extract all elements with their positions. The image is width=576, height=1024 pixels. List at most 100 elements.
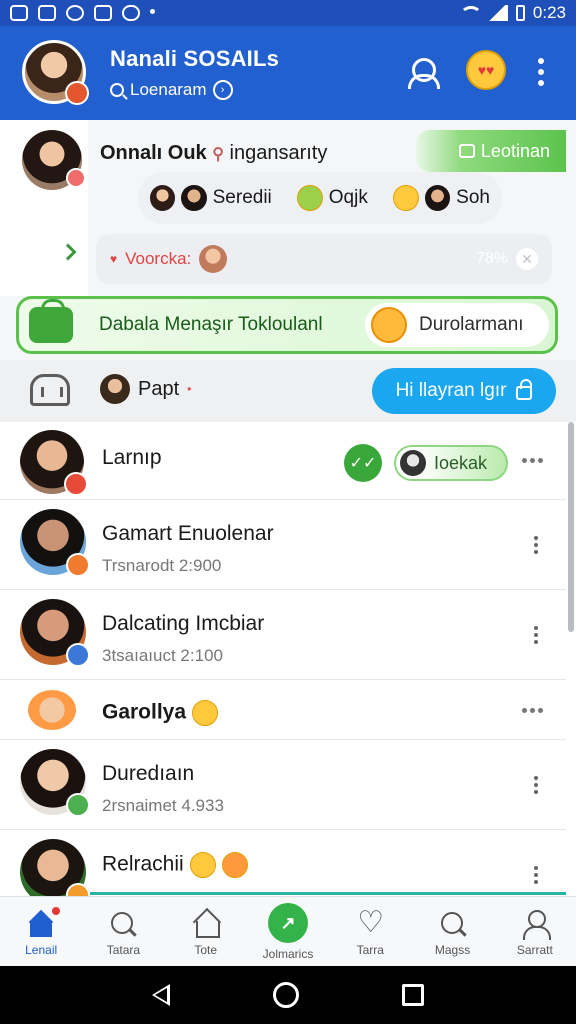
chat-name: Relrachii — [102, 852, 248, 878]
wifi-icon — [458, 6, 482, 20]
pinterest-icon — [66, 5, 84, 21]
home-icon — [26, 907, 61, 939]
more-vertical-icon[interactable] — [534, 536, 538, 554]
reaction-row: Seredii Oqjk Soh — [138, 172, 502, 224]
smile-emoji-icon — [189, 852, 216, 878]
recent-apps-icon[interactable] — [402, 984, 425, 1006]
gallery-icon[interactable] — [30, 374, 70, 406]
toolbar-user[interactable]: Papt • — [100, 374, 191, 404]
list-item[interactable]: Gamart Enuolenar Trsnarodt 2:900 — [0, 500, 566, 590]
more-vertical-icon[interactable] — [534, 866, 538, 884]
reaction-label[interactable]: Soh — [456, 187, 490, 209]
user-face-icon — [400, 450, 426, 476]
composer-name-bold: Onnalı Ouk — [100, 142, 207, 164]
pin-icon: ⚲ — [212, 146, 224, 163]
toolbar-action-button[interactable]: Hi llayran lgır — [372, 368, 556, 414]
chat-subtitle: 3tsaıaıuct 2:100 — [102, 646, 223, 665]
avatar — [20, 599, 90, 667]
house-outline-icon — [191, 909, 221, 939]
nav-label: Tarra — [356, 943, 384, 957]
bottom-nav: Lenail Tatara Tote ↗ Jolmarics Tarra Mag… — [0, 896, 576, 966]
nav-item-heart[interactable]: Tarra — [329, 897, 411, 966]
more-vertical-icon[interactable] — [534, 776, 538, 794]
promo-right-chip[interactable]: Durolarmanı — [365, 303, 549, 347]
nav-label: Lenail — [25, 943, 58, 957]
chat-actions: ✓✓ Ioekak — [344, 444, 508, 482]
mention-avatar — [199, 245, 228, 273]
more-menu-icon[interactable] — [538, 58, 544, 86]
composer-avatar[interactable] — [22, 130, 86, 190]
heart-eyes-emoji-icon[interactable]: ♥♥ — [466, 50, 506, 90]
arrow-right-icon: › — [212, 80, 233, 100]
more-vertical-icon[interactable] — [534, 626, 538, 644]
smile-emoji-icon[interactable] — [393, 185, 419, 211]
trending-icon: ↗ — [267, 903, 308, 943]
avatar — [20, 749, 90, 817]
nav-item-home[interactable]: Lenail — [0, 897, 82, 966]
scrollbar[interactable] — [568, 422, 574, 632]
dot-icon — [150, 9, 155, 14]
list-item[interactable]: Duredıaın 2rsnaimet 4.933 — [0, 740, 566, 830]
list-item[interactable]: Garollya — [0, 680, 566, 740]
more-horizontal-icon[interactable] — [522, 708, 543, 713]
status-pill-label: Ioekak — [434, 452, 488, 473]
app-title: Nanali SOSAILs — [110, 46, 280, 71]
nav-label: Tatara — [106, 943, 141, 957]
avatar-face-icon — [150, 185, 176, 211]
chat-name-text: Relrachii — [102, 852, 184, 876]
toolbar-action-label: Hi llayran lgır — [395, 380, 507, 401]
list-item[interactable]: Dalcating Imcbiar 3tsaıaıuct 2:100 — [0, 590, 566, 680]
chat-name: Larnıp — [102, 446, 162, 469]
nav-item-house[interactable]: Tote — [165, 897, 247, 966]
heart-icon: ♥ — [110, 252, 118, 266]
status-badge-icon — [64, 472, 88, 496]
toolbar-user-label: Papt — [138, 377, 180, 400]
green-pill-button[interactable]: Leotinan — [416, 130, 566, 172]
smile-emoji-icon — [192, 700, 219, 726]
nav-item-profile[interactable]: Sarratt — [494, 897, 576, 966]
profile-avatar[interactable] — [22, 40, 89, 105]
avatar — [20, 430, 88, 496]
avatar — [28, 690, 76, 730]
divider — [90, 892, 566, 895]
more-horizontal-icon[interactable] — [522, 458, 543, 463]
home-circle-icon[interactable] — [272, 982, 299, 1008]
mention-row[interactable]: ♥ Voorcka: 78% ✕ — [96, 234, 552, 284]
double-check-icon[interactable]: ✓✓ — [344, 444, 382, 482]
composer-name-light: ingansarıty — [229, 142, 328, 164]
nav-label: Magss — [434, 943, 471, 957]
green-pill-label: Leotinan — [480, 140, 550, 161]
nav-label: Sarratt — [516, 943, 553, 957]
list-item[interactable]: Larnıp ✓✓ Ioekak — [0, 422, 566, 500]
reaction-label[interactable]: Seredii — [213, 187, 272, 209]
clock: 0:23 — [532, 3, 566, 22]
search-label: Loenaram — [130, 80, 207, 99]
promo-label: Dabala Menaşır Tokloulanl — [99, 314, 323, 335]
composer-card: Onnalı Ouk ⚲ ingansarıty Leotinan Seredi… — [0, 120, 576, 360]
status-badge-icon — [66, 883, 90, 896]
status-pill[interactable]: Ioekak — [394, 445, 508, 481]
shield-icon — [94, 5, 112, 21]
toolbar: Papt • Hi llayran lgır — [0, 360, 576, 422]
reaction-label[interactable]: Oqjk — [329, 187, 368, 209]
status-badge-icon — [66, 553, 90, 577]
nauseated-emoji-icon[interactable] — [297, 185, 323, 211]
nav-item-search[interactable]: Tatara — [82, 897, 164, 966]
list-item[interactable]: Relrachii — [0, 830, 566, 896]
system-status: 0:23 — [458, 3, 566, 23]
back-icon[interactable] — [151, 984, 170, 1006]
user-avatar — [100, 374, 130, 404]
app-header: Nanali SOSAILs Loenaram › ♥♥ — [0, 26, 576, 120]
status-badge-icon — [66, 168, 86, 188]
nav-item-trending[interactable]: ↗ Jolmarics — [247, 897, 329, 966]
nav-label: Jolmarics — [262, 947, 314, 961]
signal-icon — [485, 5, 508, 21]
notification-badge-icon — [65, 81, 89, 105]
promo-banner[interactable]: Dabala Menaşır Tokloulanl Durolarmanı — [16, 296, 558, 354]
nav-item-search-2[interactable]: Magss — [411, 897, 493, 966]
header-search[interactable]: Loenaram › — [110, 80, 233, 100]
promo-right-label: Durolarmanı — [419, 314, 524, 335]
avatar — [20, 509, 90, 577]
close-icon[interactable]: ✕ — [516, 248, 538, 270]
account-icon[interactable] — [406, 56, 440, 89]
